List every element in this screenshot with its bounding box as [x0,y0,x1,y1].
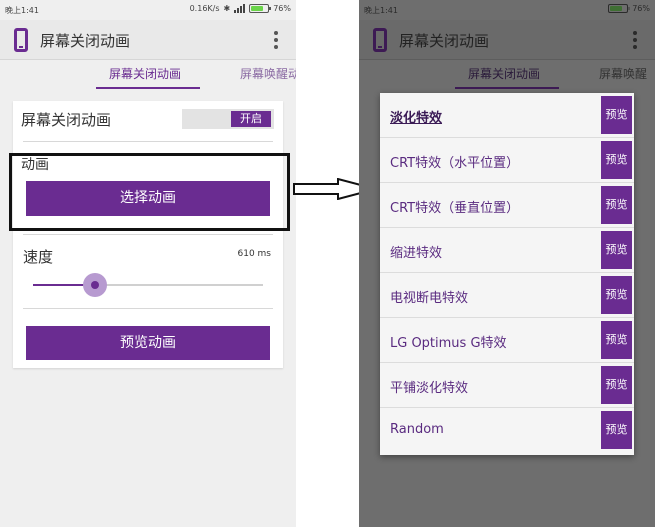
preview-button[interactable]: 预览 [601,276,632,314]
speed-slider-thumb[interactable] [83,273,107,297]
battery-percent: 76% [632,4,650,13]
network-speed: 0.16K/s [189,4,220,13]
preview-animation-button[interactable]: 预览动画 [26,326,270,360]
tab-indicator [96,87,200,89]
option-crt-horizontal[interactable]: CRT特效（水平位置） 预览 [380,138,634,183]
tab-bar: 屏幕关闭动画 屏幕唤醒 [359,61,655,91]
app-bar: 屏幕关闭动画 [359,20,655,60]
option-lg-optimus[interactable]: LG Optimus G特效 预览 [380,318,634,363]
phone-icon [14,28,28,52]
app-title: 屏幕关闭动画 [40,32,131,50]
phone-icon [373,28,387,52]
status-icons: 76% [608,4,650,13]
option-label: 缩进特效 [390,246,443,261]
option-tile-fade[interactable]: 平铺淡化特效 预览 [380,363,634,408]
toggle-on-label: 开启 [231,111,271,127]
tab-bar: 屏幕关闭动画 屏幕唤醒动 [0,61,296,91]
overflow-menu-icon[interactable] [274,31,278,49]
option-label: Random [390,422,444,437]
app-bar: 屏幕关闭动画 [0,20,296,60]
option-label: 平铺淡化特效 [390,381,469,396]
preview-button[interactable]: 预览 [601,96,632,134]
highlight-frame [9,153,290,231]
option-label: 淡化特效 [390,111,443,126]
preview-button[interactable]: 预览 [601,321,632,359]
bluetooth-icon: ✱ [223,4,231,13]
preview-button[interactable]: 预览 [601,186,632,224]
option-label: 电视断电特效 [390,291,469,306]
status-bar: 晚上1:41 76% [359,0,655,20]
tab-screen-on[interactable]: 屏幕唤醒动 [240,65,296,82]
option-tv-off[interactable]: 电视断电特效 预览 [380,273,634,318]
option-fade[interactable]: 淡化特效 预览 [380,93,634,138]
settings-card: 屏幕关闭动画 开启 动画 选择动画 速度 610 ms 预览动画 [13,101,283,368]
preview-button[interactable]: 预览 [601,141,632,179]
battery-percent: 76% [273,4,291,13]
battery-icon [608,4,631,13]
signal-icon [234,4,246,13]
preview-button[interactable]: 预览 [601,231,632,269]
right-screen: 晚上1:41 76% 屏幕关闭动画 屏幕关闭动画 屏幕唤醒 淡化特效 预览 CR… [359,0,655,527]
option-label: CRT特效（垂直位置） [390,201,520,216]
option-label: CRT特效（水平位置） [390,156,520,171]
speed-label: 速度 [23,248,54,266]
speed-value: 610 ms [237,249,272,259]
animation-enable-label: 屏幕关闭动画 [21,111,112,129]
speed-slider[interactable] [33,273,263,297]
option-random[interactable]: Random 预览 [380,408,634,453]
animation-picker-dialog: 淡化特效 预览 CRT特效（水平位置） 预览 CRT特效（垂直位置） 预览 缩进… [380,93,634,455]
battery-icon [249,4,272,13]
tab-indicator [455,87,559,89]
overflow-menu-icon[interactable] [633,31,637,49]
tab-screen-off[interactable]: 屏幕关闭动画 [468,65,540,82]
divider [23,308,273,309]
status-bar: 晚上1:41 0.16K/s ✱ 76% [0,0,296,20]
tab-screen-off[interactable]: 屏幕关闭动画 [109,65,181,82]
left-screen: 晚上1:41 0.16K/s ✱ 76% 屏幕关闭动画 屏幕关闭动画 屏幕唤醒动… [0,0,296,527]
preview-button[interactable]: 预览 [601,411,632,449]
option-label: LG Optimus G特效 [390,336,507,351]
app-title: 屏幕关闭动画 [399,32,490,50]
option-crt-vertical[interactable]: CRT特效（垂直位置） 预览 [380,183,634,228]
enable-toggle[interactable]: 开启 [182,109,274,129]
divider [23,141,273,142]
divider [23,234,273,235]
status-icons: 0.16K/s ✱ 76% [190,4,291,13]
status-time: 晚上1:41 [5,6,39,15]
tab-screen-on[interactable]: 屏幕唤醒 [599,65,647,82]
preview-button[interactable]: 预览 [601,366,632,404]
option-shrink[interactable]: 缩进特效 预览 [380,228,634,273]
status-time: 晚上1:41 [364,6,398,15]
